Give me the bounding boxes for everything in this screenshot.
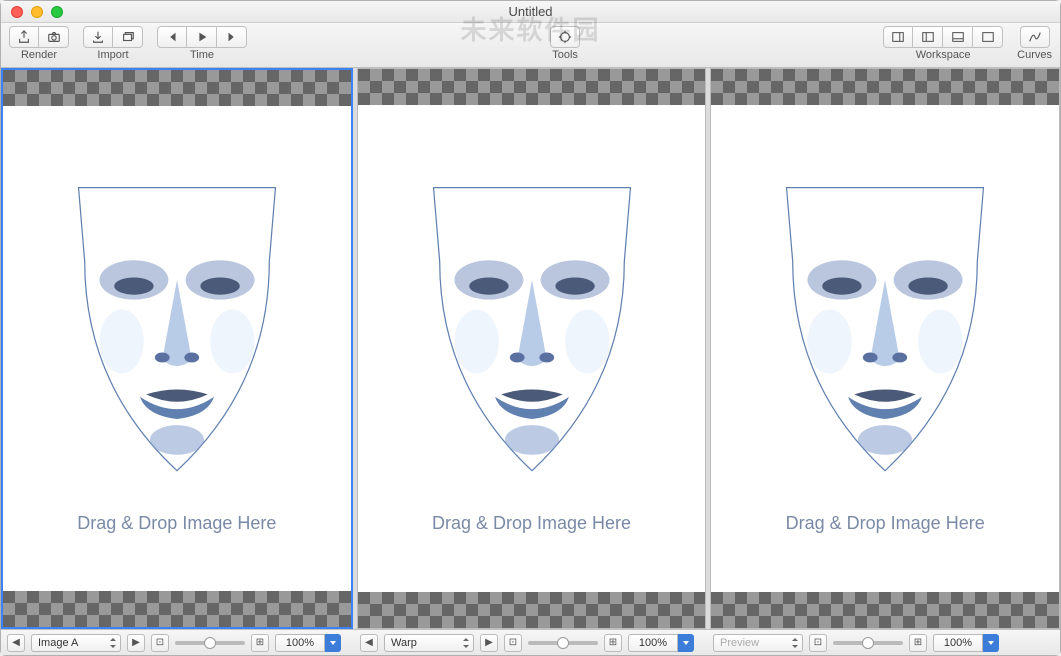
time-group: Time (157, 26, 247, 61)
curves-button[interactable] (1020, 26, 1050, 48)
workspace-3-button[interactable] (943, 26, 973, 48)
import-group: Import (83, 26, 143, 61)
zoom-dropdown[interactable] (325, 634, 341, 652)
zoom-reset-button[interactable]: ⊞ (251, 634, 269, 652)
drop-text: Drag & Drop Image Here (77, 513, 276, 534)
pane-warp[interactable]: Drag & Drop Image Here (357, 68, 707, 629)
workspace-2-button[interactable] (913, 26, 943, 48)
next-image-button[interactable]: ▶ (127, 634, 145, 652)
next-warp-button[interactable]: ▶ (480, 634, 498, 652)
preview-selector[interactable]: Preview (713, 634, 803, 652)
zoom-slider[interactable] (833, 641, 903, 645)
curves-label: Curves (1017, 49, 1052, 61)
tools-label: Tools (552, 49, 578, 61)
zoom-slider[interactable] (528, 641, 598, 645)
prev-warp-button[interactable]: ◀ (360, 634, 378, 652)
tools-button[interactable] (550, 26, 580, 48)
bottom-section-preview: Preview ⊡ ⊞ 100% (707, 630, 1060, 655)
canvas-preview[interactable]: Drag & Drop Image Here (711, 105, 1059, 592)
checker-bottom (358, 592, 706, 628)
workspace-label: Workspace (916, 49, 971, 61)
mask-icon (755, 163, 1015, 483)
bottom-section-a: ◀ Image A ▶ ⊡ ⊞ 100% (1, 630, 354, 655)
zoom-dropdown[interactable] (983, 634, 999, 652)
import-file-button[interactable] (83, 26, 113, 48)
checker-top (3, 70, 351, 106)
fit-button[interactable]: ⊡ (809, 634, 827, 652)
bottom-section-warp: ◀ Warp ▶ ⊡ ⊞ 100% (354, 630, 707, 655)
bottombar: ◀ Image A ▶ ⊡ ⊞ 100% ◀ Warp ▶ ⊡ ⊞ 100% P… (1, 629, 1060, 655)
zoom-slider[interactable] (175, 641, 245, 645)
curves-group: Curves (1017, 26, 1052, 61)
traffic-lights (1, 6, 63, 18)
main-panes: Drag & Drop Image Here Drag & Drop Image… (1, 68, 1060, 629)
pane-preview[interactable]: Drag & Drop Image Here (710, 68, 1060, 629)
render-label: Render (21, 49, 57, 61)
time-end-button[interactable] (217, 26, 247, 48)
canvas-warp[interactable]: Drag & Drop Image Here (358, 105, 706, 592)
image-selector[interactable]: Image A (31, 634, 121, 652)
workspace-1-button[interactable] (883, 26, 913, 48)
fit-button[interactable]: ⊡ (504, 634, 522, 652)
checker-top (358, 69, 706, 105)
mask-icon (402, 163, 662, 483)
zoom-dropdown[interactable] (678, 634, 694, 652)
zoom-reset-button[interactable]: ⊞ (604, 634, 622, 652)
window-title: Untitled (508, 4, 552, 19)
zoom-reset-button[interactable]: ⊞ (909, 634, 927, 652)
maximize-button[interactable] (51, 6, 63, 18)
export-button[interactable] (9, 26, 39, 48)
toolbar: 未来软件园 Render Import Time Tools (1, 23, 1060, 68)
import-label: Import (97, 49, 128, 61)
titlebar: Untitled (1, 1, 1060, 23)
zoom-value: 100% (275, 634, 325, 652)
workspace-4-button[interactable] (973, 26, 1003, 48)
prev-image-button[interactable]: ◀ (7, 634, 25, 652)
checker-bottom (3, 591, 351, 627)
import-stack-button[interactable] (113, 26, 143, 48)
pane-image-a[interactable]: Drag & Drop Image Here (1, 68, 353, 629)
drop-text: Drag & Drop Image Here (786, 513, 985, 534)
checker-top (711, 69, 1059, 105)
time-play-button[interactable] (187, 26, 217, 48)
canvas-a[interactable]: Drag & Drop Image Here (3, 106, 351, 591)
warp-selector[interactable]: Warp (384, 634, 474, 652)
time-start-button[interactable] (157, 26, 187, 48)
minimize-button[interactable] (31, 6, 43, 18)
zoom-value: 100% (628, 634, 678, 652)
mask-icon (47, 163, 307, 483)
close-button[interactable] (11, 6, 23, 18)
zoom-value: 100% (933, 634, 983, 652)
time-label: Time (190, 49, 214, 61)
workspace-group: Workspace (883, 26, 1003, 61)
render-group: Render (9, 26, 69, 61)
tools-group: Tools (550, 26, 580, 61)
fit-button[interactable]: ⊡ (151, 634, 169, 652)
checker-bottom (711, 592, 1059, 628)
camera-button[interactable] (39, 26, 69, 48)
drop-text: Drag & Drop Image Here (432, 513, 631, 534)
